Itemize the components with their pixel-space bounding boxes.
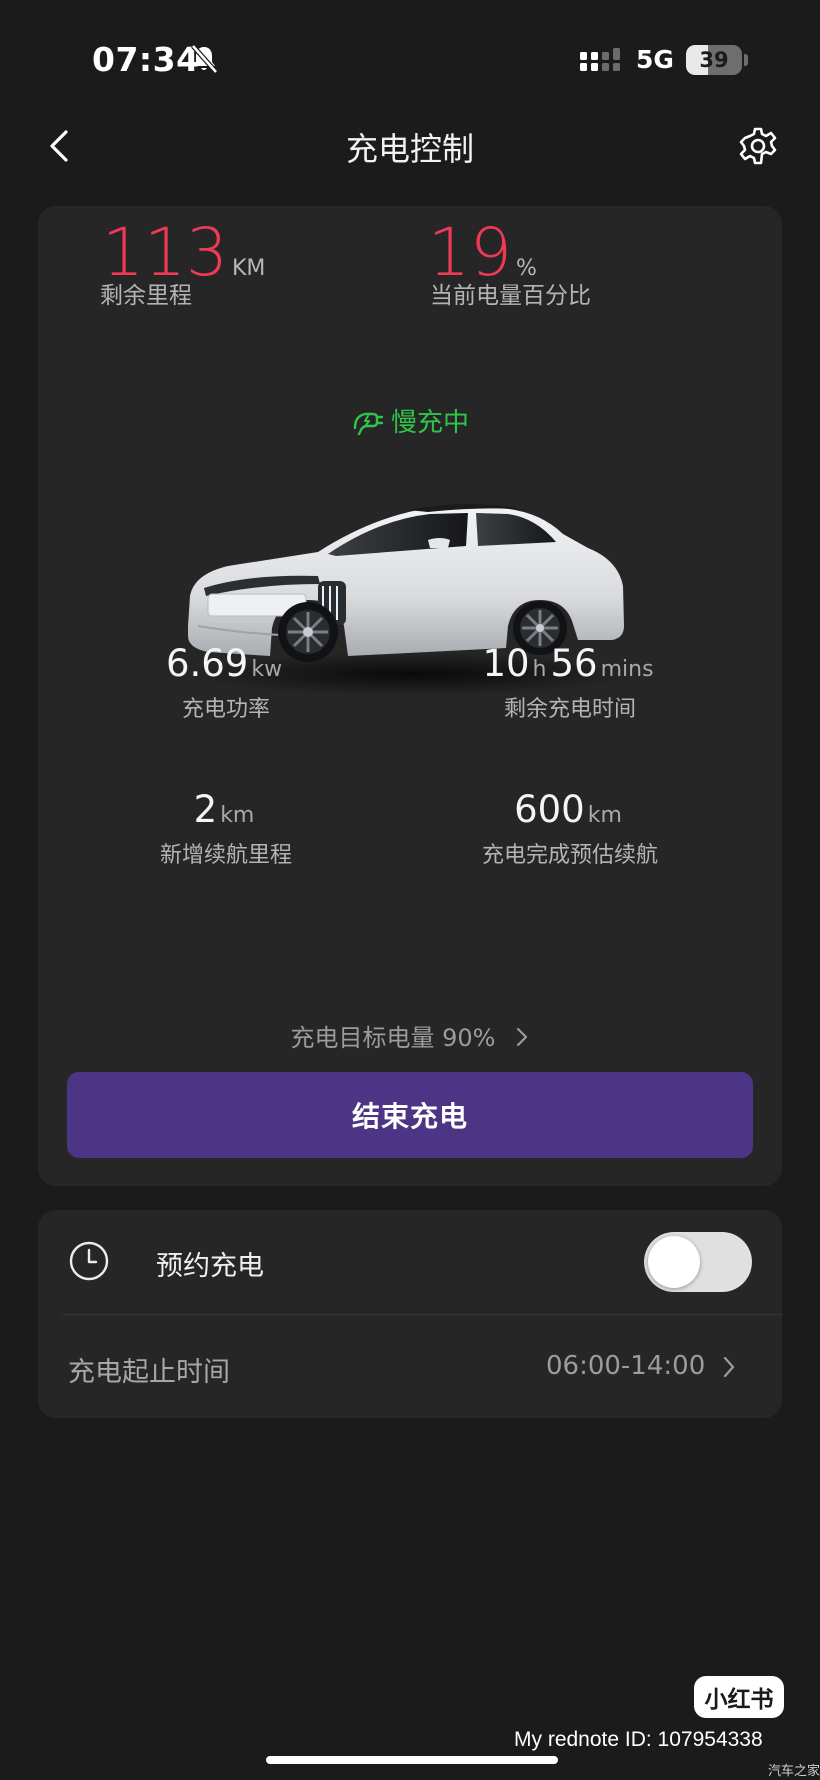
- charge-target-text: 充电目标电量 90%: [290, 1024, 496, 1052]
- estimated-range: 600 km 充电完成预估续航: [420, 788, 720, 869]
- rednote-id-watermark: My rednote ID: 107954338: [514, 1728, 763, 1751]
- remaining-range-label: 剩余里程: [100, 283, 192, 309]
- signal-icon: [580, 48, 620, 71]
- battery-level: 39: [699, 48, 729, 72]
- schedule-charging-toggle[interactable]: [644, 1232, 752, 1292]
- charging-power: 6.69 kw 充电功率: [76, 642, 376, 723]
- estimated-range-value: 600: [514, 788, 585, 831]
- estimated-range-unit: km: [587, 803, 622, 828]
- remaining-minutes-unit: mins: [600, 657, 654, 682]
- chevron-right-icon[interactable]: [722, 1355, 736, 1379]
- site-watermark: 汽车之家: [768, 1764, 820, 1779]
- remaining-charge-time: 10 h 56 mins 剩余充电时间: [420, 642, 720, 723]
- remaining-range-unit: KM: [231, 256, 266, 281]
- gear-icon[interactable]: [738, 126, 778, 166]
- status-time: 07:34: [92, 40, 200, 79]
- status-bar: 07:34 5G 39: [0, 0, 820, 120]
- toggle-knob: [648, 1236, 700, 1288]
- rednote-logo-text: 小红书: [704, 1687, 774, 1713]
- time-range-label[interactable]: 充电起止时间: [68, 1350, 230, 1389]
- battery-indicator: 39: [686, 45, 742, 75]
- remaining-charge-time-label: 剩余充电时间: [503, 697, 636, 722]
- schedule-card: 预约充电 充电起止时间 06:00-14:00: [38, 1210, 782, 1418]
- rednote-logo: 小红书: [694, 1676, 784, 1718]
- clock-icon: [69, 1241, 109, 1281]
- charging-power-label: 充电功率: [181, 697, 270, 722]
- network-label: 5G: [636, 45, 674, 74]
- charge-target-row[interactable]: 充电目标电量 90%: [38, 1018, 782, 1053]
- divider: [62, 1314, 782, 1315]
- end-charging-button[interactable]: 结束充电: [67, 1072, 753, 1158]
- added-range: 2 km 新增续航里程: [76, 788, 376, 869]
- remaining-hours-unit: h: [532, 657, 547, 682]
- added-range-value: 2: [193, 788, 218, 831]
- charge-status: 慢充中: [38, 402, 782, 440]
- charging-card: 113 KM 剩余里程 19% 当前电量百分比 慢充中 6.69 kw 充电功率…: [38, 206, 782, 1186]
- added-range-label: 新增续航里程: [159, 843, 292, 868]
- battery-percent-label: 当前电量百分比: [430, 283, 591, 309]
- plug-icon: [353, 412, 383, 435]
- bell-off-icon: [191, 44, 218, 74]
- charging-power-value: 6.69: [165, 642, 249, 685]
- added-range-unit: km: [220, 803, 255, 828]
- remaining-hours-value: 10: [482, 642, 530, 685]
- charging-power-unit: kw: [251, 657, 283, 682]
- charge-status-text: 慢充中: [390, 408, 469, 438]
- estimated-range-label: 充电完成预估续航: [481, 843, 658, 868]
- chevron-right-icon: [517, 1027, 528, 1047]
- remaining-minutes-value: 56: [550, 642, 598, 685]
- page-title: 充电控制: [345, 130, 474, 168]
- home-indicator[interactable]: [266, 1756, 558, 1764]
- battery-nub: [744, 54, 748, 66]
- schedule-charging-label: 预约充电: [156, 1251, 264, 1282]
- time-range-value[interactable]: 06:00-14:00: [546, 1351, 705, 1381]
